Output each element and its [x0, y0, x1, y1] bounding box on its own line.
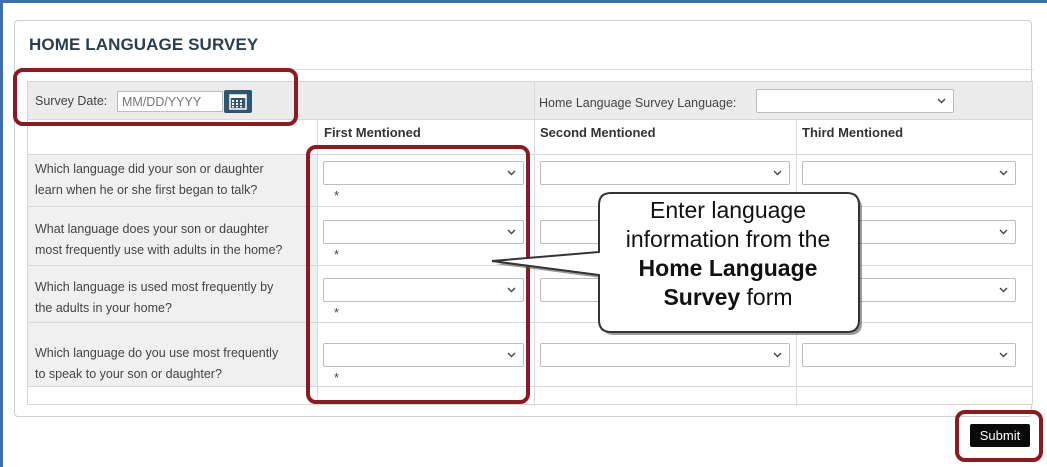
- callout-text: Enter language information from the Home…: [625, 197, 831, 310]
- callout-bubble: [491, 192, 862, 335]
